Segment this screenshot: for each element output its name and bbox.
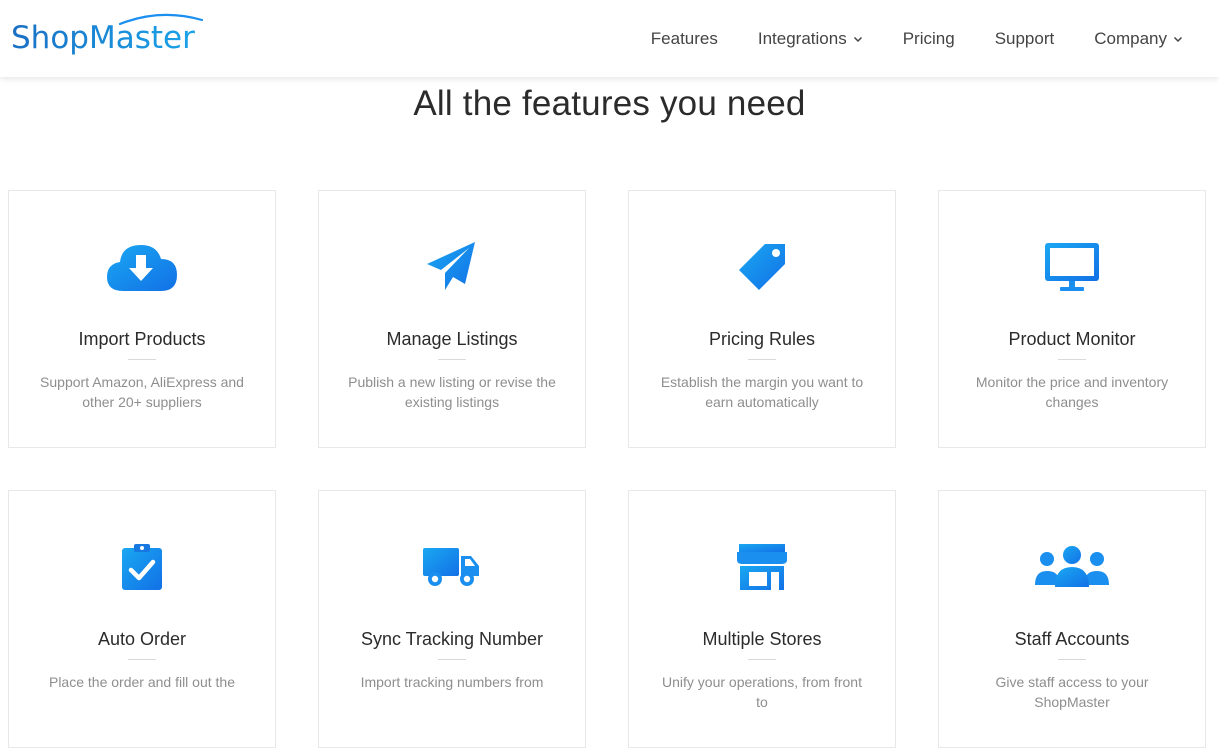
feature-title: Manage Listings <box>386 329 518 349</box>
section-title: All the features you need <box>413 84 806 123</box>
feature-desc: Monitor the price and inventory changes <box>975 374 1169 410</box>
divider <box>748 659 776 660</box>
storefront-icon <box>629 539 895 595</box>
feature-title: Multiple Stores <box>702 629 822 649</box>
cloud-download-icon <box>9 239 275 295</box>
feature-title: Product Monitor <box>1008 329 1136 349</box>
nav-label: Pricing <box>902 28 955 48</box>
feature-card-product-monitor[interactable]: Product Monitor Monitor the price and in… <box>938 190 1206 448</box>
feature-desc: Establish the margin you want to earn au… <box>660 374 864 410</box>
nav-company[interactable]: Company <box>1094 29 1183 49</box>
clipboard-check-icon <box>9 539 275 595</box>
delivery-truck-icon <box>319 539 585 595</box>
feature-desc: Publish a new listing or revise the exis… <box>348 374 556 410</box>
feature-card-sync-tracking-number[interactable]: Sync Tracking Number Import tracking num… <box>318 490 586 748</box>
nav-support[interactable]: Support <box>995 29 1055 49</box>
nav-features[interactable]: Features <box>651 29 718 49</box>
divider <box>438 359 466 360</box>
nav-integrations[interactable]: Integrations <box>758 29 863 49</box>
feature-card-manage-listings[interactable]: Manage Listings Publish a new listing or… <box>318 190 586 448</box>
feature-card-auto-order[interactable]: Auto Order Place the order and fill out … <box>8 490 276 748</box>
feature-title: Auto Order <box>97 629 187 649</box>
feature-desc: Support Amazon, AliExpress and other 20+… <box>40 374 244 410</box>
feature-title: Staff Accounts <box>1014 629 1130 649</box>
feature-card-staff-accounts[interactable]: Staff Accounts Give staff access to your… <box>938 490 1206 748</box>
price-tag-icon <box>629 239 895 295</box>
nav-label: Company <box>1094 28 1167 48</box>
feature-desc: Import tracking numbers from <box>360 674 544 690</box>
main-nav: Features Integrations Pricing Support Co… <box>651 0 1219 77</box>
chevron-down-icon <box>1173 36 1183 42</box>
feature-desc: Unify your operations, from front to <box>662 674 862 710</box>
feature-card-pricing-rules[interactable]: Pricing Rules Establish the margin you w… <box>628 190 896 448</box>
feature-card-import-products[interactable]: Import Products Support Amazon, AliExpre… <box>8 190 276 448</box>
divider <box>128 359 156 360</box>
nav-label: Support <box>994 28 1055 48</box>
feature-title: Pricing Rules <box>708 329 816 349</box>
monitor-icon <box>939 239 1205 295</box>
logo-text: ShopMaster <box>11 20 195 56</box>
chevron-down-icon <box>853 36 862 42</box>
divider <box>1058 359 1086 360</box>
feature-desc: Place the order and fill out the <box>48 674 235 690</box>
divider <box>1058 659 1086 660</box>
users-group-icon <box>939 539 1205 595</box>
nav-pricing[interactable]: Pricing <box>903 29 955 49</box>
feature-title: Sync Tracking Number <box>360 629 544 649</box>
feature-card-multiple-stores[interactable]: Multiple Stores Unify your operations, f… <box>628 490 896 748</box>
feature-title: Import Products <box>78 329 206 349</box>
paper-plane-icon <box>319 239 585 295</box>
shopmaster-logo[interactable]: ShopMaster <box>10 12 210 58</box>
site-header: ShopMaster Features Integrations Pricing… <box>0 0 1219 77</box>
divider <box>438 659 466 660</box>
feature-desc: Give staff access to your ShopMaster <box>995 674 1149 710</box>
divider <box>128 659 156 660</box>
divider <box>748 359 776 360</box>
nav-label: Features <box>650 28 718 48</box>
nav-label: Integrations <box>757 28 847 48</box>
